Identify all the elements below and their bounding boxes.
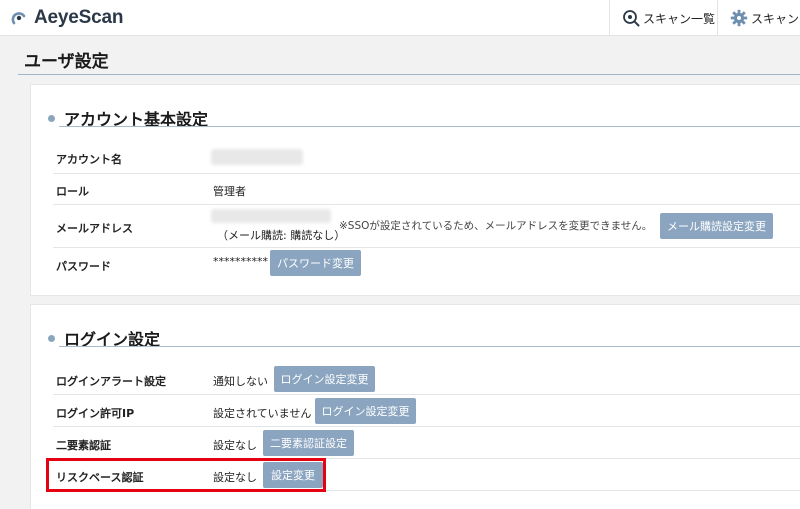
- aeyescan-logo-icon: [11, 12, 26, 25]
- email-label: メールアドレス: [56, 222, 133, 235]
- two-factor-settings-button[interactable]: 二要素認証設定: [263, 430, 354, 456]
- email-sso-note: ※SSOが設定されているため、メールアドレスを変更できません。: [339, 220, 653, 232]
- role-label: ロール: [56, 185, 89, 198]
- login-alert-value: 通知しない: [213, 375, 268, 388]
- row-password: パスワード ********** パスワード変更: [53, 248, 800, 281]
- role-value: 管理者: [213, 185, 246, 198]
- logo[interactable]: AeyeScan: [8, 7, 123, 29]
- login-alert-settings-button[interactable]: ログイン設定変更: [274, 366, 375, 392]
- title-divider: [18, 74, 800, 75]
- row-login-ip: ログイン許可IP 設定されていません ログイン設定変更: [53, 395, 800, 427]
- row-email: メールアドレス （メール購読: 購読なし） ※SSOが設定されているため、メール…: [53, 205, 800, 248]
- nav-scan-list[interactable]: スキャン一覧: [609, 0, 717, 36]
- bullet-dot-icon: [48, 334, 55, 342]
- nav-scan-settings[interactable]: スキャンメ: [717, 0, 800, 36]
- row-login-alert: ログインアラート設定 通知しない ログイン設定変更: [53, 363, 800, 395]
- account-name-label: アカウント名: [56, 153, 122, 166]
- password-label: パスワード: [56, 260, 111, 273]
- page-title: ユーザ設定: [24, 52, 109, 72]
- scan-list-icon: [623, 10, 640, 27]
- section-divider: [59, 126, 800, 127]
- change-password-button[interactable]: パスワード変更: [270, 250, 361, 276]
- password-value: **********: [213, 255, 268, 268]
- account-settings-card: アカウント基本設定 アカウント名 ロール 管理者 メールアドレス （メール購読:…: [30, 84, 800, 296]
- two-factor-label: 二要素認証: [56, 439, 111, 452]
- login-ip-settings-button[interactable]: ログイン設定変更: [315, 398, 416, 424]
- login-alert-label: ログインアラート設定: [56, 375, 166, 388]
- account-name-value-redacted: [211, 149, 303, 165]
- email-value-redacted: [211, 209, 331, 223]
- two-factor-value: 設定なし: [213, 439, 257, 452]
- section-divider: [59, 346, 800, 347]
- row-role: ロール 管理者: [53, 174, 800, 205]
- email-subscription-status: （メール購読: 購読なし）: [217, 229, 346, 242]
- row-two-factor: 二要素認証 設定なし 二要素認証設定: [53, 427, 800, 459]
- bullet-dot-icon: [48, 114, 55, 122]
- nav-scan-settings-label: スキャンメ: [751, 11, 800, 26]
- risk-based-auth-highlight-box: [46, 458, 326, 492]
- row-account-name: アカウント名: [53, 142, 800, 174]
- email-subscription-settings-button[interactable]: メール購読設定変更: [660, 213, 773, 239]
- gear-icon: [730, 9, 748, 27]
- login-ip-value: 設定されていません: [213, 407, 312, 420]
- logo-text: AeyeScan: [34, 7, 124, 28]
- top-header: AeyeScan スキャン一覧 スキャンメ: [0, 0, 800, 36]
- nav-scan-list-label: スキャン一覧: [643, 11, 716, 26]
- login-ip-label: ログイン許可IP: [56, 407, 135, 420]
